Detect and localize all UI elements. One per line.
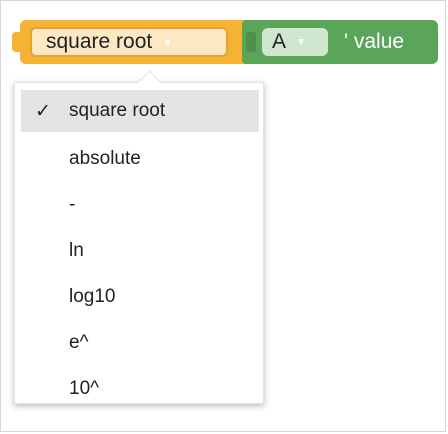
checkmark-icon: ✓: [35, 100, 51, 122]
dropdown-arrow-icon: ▼: [296, 36, 306, 48]
operation-dropdown-menu: ✓ square root absolute - ln log10 e^ 10^: [14, 82, 264, 404]
menu-item-pow10[interactable]: 10^: [21, 368, 259, 410]
menu-item-label: absolute: [69, 148, 141, 169]
menu-item-absolute[interactable]: absolute: [21, 138, 259, 180]
variable-dropdown-value: A: [272, 30, 287, 53]
variable-dropdown[interactable]: A ▼: [262, 28, 328, 56]
menu-item-label: log10: [69, 286, 116, 307]
menu-item-label: -: [69, 194, 76, 215]
menu-item-label: e^: [69, 332, 89, 353]
operation-dropdown-value: square root: [46, 30, 153, 53]
menu-item-label: square root: [69, 100, 166, 121]
menu-item-negate[interactable]: -: [21, 184, 259, 226]
menu-item-log10[interactable]: log10: [21, 276, 259, 318]
dropdown-arrow-icon: ▼: [162, 37, 174, 49]
menu-item-ln[interactable]: ln: [21, 230, 259, 272]
menu-item-label: 10^: [69, 378, 100, 399]
menu-item-square-root[interactable]: ✓ square root: [21, 90, 259, 132]
variable-block-label: ' value: [344, 30, 405, 53]
menu-item-label: ln: [69, 240, 84, 261]
menu-item-exp[interactable]: e^: [21, 322, 259, 364]
operation-dropdown[interactable]: square root ▼: [30, 27, 228, 57]
